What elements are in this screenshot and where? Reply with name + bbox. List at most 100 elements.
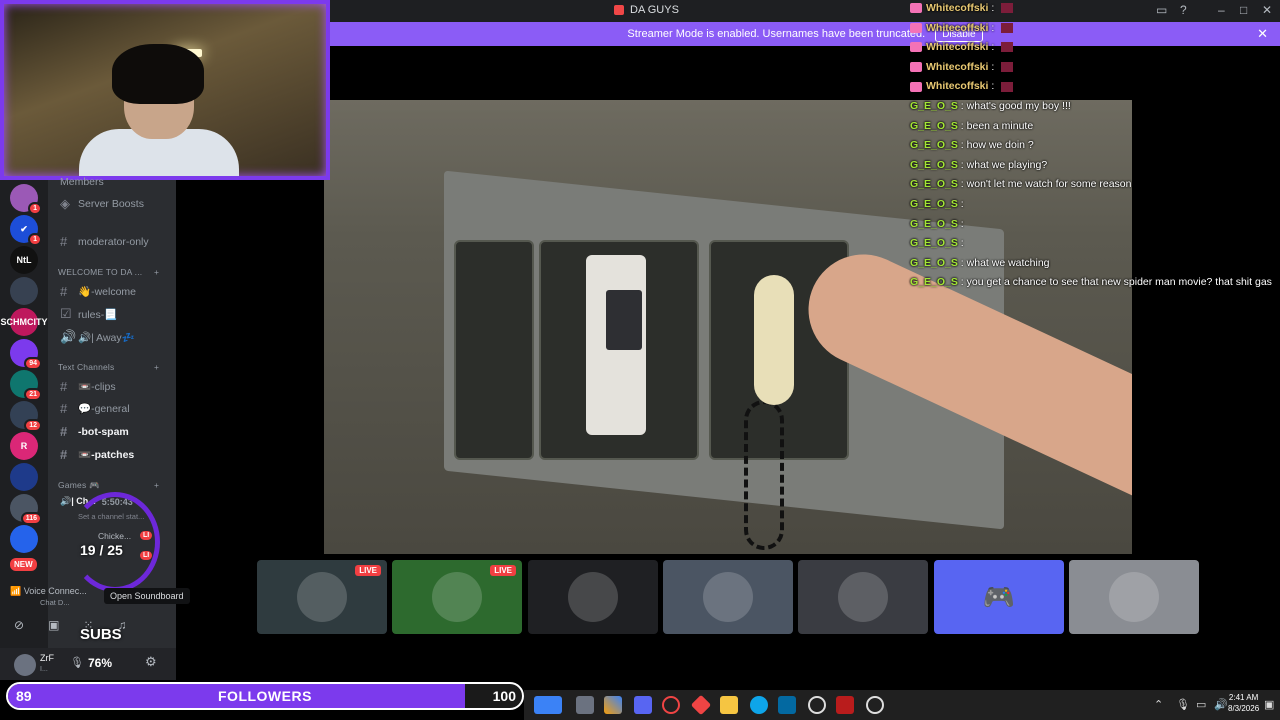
server-icon[interactable]: SCHMCITY [1,308,48,336]
chat-message: G_E_O_S : what we playing? [910,159,1047,171]
chat-username[interactable]: Whitecoffski [926,41,988,53]
server-icon[interactable] [10,277,38,305]
microphone-icon[interactable]: 🎙 [70,656,84,669]
chat-username[interactable]: Whitecoffski [926,22,988,34]
server-icon[interactable]: 12 [10,401,42,432]
server-icon[interactable]: ✔ 1 [10,215,42,246]
chat-message: Whitecoffski : [910,22,1014,34]
avatar [1109,572,1159,622]
add-channel-icon[interactable]: + [154,480,159,490]
stream-thumbnail[interactable] [798,560,928,634]
mention-badge: 12 [24,419,42,432]
chevron-up-icon[interactable]: ⌃ [1154,698,1163,711]
voice-connected-status[interactable]: 📶 Voice Connec... [10,586,87,597]
chat-username[interactable]: G_E_O_S [910,159,958,171]
chat-username[interactable]: G_E_O_S [910,257,958,269]
rules-icon: ☑ [60,306,72,321]
mic-tray-icon[interactable]: 🎙 [1176,698,1190,711]
discord-icon[interactable] [634,696,652,714]
emote-icon [1001,81,1014,92]
server-icon[interactable]: 21 [10,370,42,401]
chat-separator: : [957,119,967,132]
username[interactable]: ZrF I... [40,653,54,673]
camera-off-icon[interactable]: ⊘ [14,618,24,632]
screen-share-icon[interactable]: ▣ [48,618,59,632]
folder-icon[interactable] [720,696,738,714]
network-icon[interactable]: ▭ [1196,698,1206,711]
app-icon[interactable] [690,694,712,716]
server-icon[interactable]: 1 [10,184,42,215]
clock-time: 2:41 AM [1228,693,1259,702]
channel-label: 📼-patches [78,449,135,461]
channel-away[interactable]: 🔊 🔊| Away💤 [60,329,135,345]
server-icon[interactable] [10,463,38,491]
weather-icon[interactable] [534,696,562,714]
stream-thumbnail[interactable] [663,560,793,634]
category-games[interactable]: Games 🎮 + [58,480,159,491]
chat-message: G_E_O_S : won't let me watch for some re… [910,178,1131,190]
chat-username[interactable]: G_E_O_S [910,218,958,230]
stream-thumbnail[interactable] [528,560,658,634]
obs-icon[interactable] [866,696,884,714]
opera-icon[interactable] [662,696,680,714]
speaker-icon: 🔊 [60,329,77,344]
help-app-icon[interactable] [750,696,768,714]
channel-moderator-only[interactable]: # moderator-only [60,234,149,249]
notification-icon[interactable]: ▣ [1264,698,1274,711]
discord-logo-icon: 🎮 [982,582,1016,612]
members-item[interactable]: Members [60,176,104,188]
chat-message: G_E_O_S : [910,237,964,249]
channel-label: 👋-welcome [78,286,137,298]
stream-thumbnail[interactable] [1069,560,1199,634]
system-clock[interactable]: 2:41 AM 8/3/2026 [1228,692,1259,714]
file-explorer-icon[interactable] [576,696,594,714]
channel-rules[interactable]: ☑ rules-📃 [60,306,117,322]
channel-bot-spam[interactable]: # -bot-spam [60,424,129,439]
category-text-channels[interactable]: Text Channels + [58,362,159,372]
avatar[interactable] [14,654,36,676]
chat-username[interactable]: Whitecoffski [926,2,988,14]
speaker-icon[interactable]: 🔊 [1214,698,1228,711]
server-boosts-item[interactable]: ◈ Server Boosts [60,196,144,212]
mention-badge: 1 [28,202,42,215]
channel-clips[interactable]: # 📼-clips [60,379,116,394]
channel-welcome[interactable]: # 👋-welcome [60,284,136,299]
server-icon[interactable]: 116 [10,494,42,525]
category-welcome[interactable]: WELCOME TO DA ... + [58,267,159,277]
channel-general[interactable]: # 💬-general [60,401,130,416]
app-icon[interactable] [836,696,854,714]
avatar [432,572,482,622]
outlook-icon[interactable] [778,696,796,714]
chat-username[interactable]: Whitecoffski [926,80,988,92]
add-channel-icon[interactable]: + [154,267,159,277]
server-icon[interactable]: 94 [10,339,42,370]
chat-username[interactable]: G_E_O_S [910,178,958,190]
chat-username[interactable]: G_E_O_S [910,276,958,288]
server-icon[interactable]: NtL [10,246,38,274]
add-channel-icon[interactable]: + [154,362,159,372]
chat-separator: : [988,2,998,14]
chat-separator: : [957,276,967,289]
chat-username[interactable]: G_E_O_S [910,100,958,112]
server-icon[interactable] [10,525,38,553]
chat-text: you get a chance to see that new spider … [966,276,1272,289]
subs-count: 19 / 25 [80,542,123,558]
chat-username[interactable]: G_E_O_S [910,198,958,210]
stream-thumbnail[interactable]: LIVE [392,560,522,634]
chat-username[interactable]: Whitecoffski [926,61,988,73]
chat-username[interactable]: G_E_O_S [910,120,958,132]
settings-icon[interactable] [808,696,826,714]
stream-thumbnail[interactable]: 🎮 [934,560,1064,634]
server-icon[interactable]: R [10,432,38,460]
copilot-icon[interactable] [604,696,622,714]
banner-text: Streamer Mode is enabled. Usernames have… [627,28,926,40]
badge-icon [910,62,922,73]
signal-icon: 📶 [10,586,22,596]
chat-username[interactable]: G_E_O_S [910,237,958,249]
followers-goal: 100 [492,688,516,704]
channel-patches[interactable]: # 📼-patches [60,447,134,462]
badge-icon [910,3,922,14]
gear-icon[interactable]: ⚙ [145,654,157,670]
stream-thumbnail[interactable]: LIVE [257,560,387,634]
chat-username[interactable]: G_E_O_S [910,139,958,151]
